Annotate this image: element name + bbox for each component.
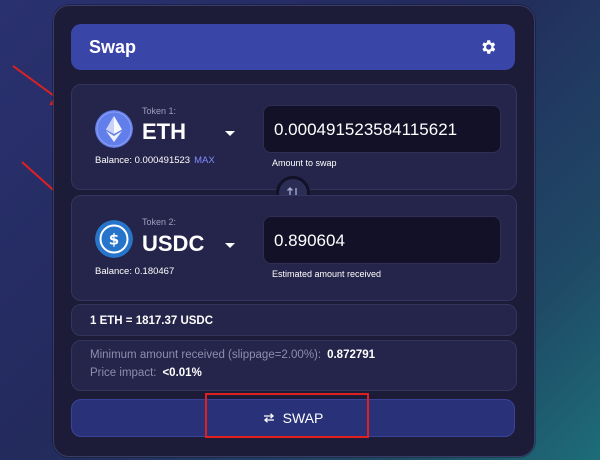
chevron-down-icon[interactable] <box>224 130 236 138</box>
swap-card: Swap Token 1: ETH Balance: 0.000491523 MA… <box>53 5 535 457</box>
usdc-icon: $ <box>95 220 133 258</box>
from-token-symbol[interactable]: ETH <box>142 119 186 145</box>
chevron-down-icon[interactable] <box>224 242 236 250</box>
eth-icon <box>95 110 133 148</box>
to-amount-caption: Estimated amount received <box>272 269 382 279</box>
from-amount-caption: Amount to swap <box>272 158 337 168</box>
to-token-symbol[interactable]: USDC <box>142 231 204 257</box>
to-amount-input[interactable]: 0.890604 <box>263 216 501 264</box>
exchange-rate: 1 ETH = 1817.37 USDC <box>90 315 214 327</box>
to-token-panel: $ Token 2: USDC Balance: 0.180467 0.8906… <box>71 195 517 301</box>
annotation-highlight-box <box>205 393 369 438</box>
card-header: Swap <box>71 24 515 70</box>
min-received-value: 0.872791 <box>327 349 376 361</box>
from-token-panel: Token 1: ETH Balance: 0.000491523 MAX 0.0… <box>71 84 517 190</box>
to-balance: Balance: 0.180467 <box>95 266 175 277</box>
gear-icon[interactable] <box>479 38 497 56</box>
page-title: Swap <box>89 37 137 57</box>
from-balance-value: Balance: 0.000491523 <box>95 155 191 166</box>
price-impact-row: Price impact: <0.01% <box>90 367 202 379</box>
min-received-label: Minimum amount received (slippage=2.00%)… <box>90 349 322 361</box>
svg-text:$: $ <box>109 231 119 249</box>
max-button[interactable]: MAX <box>194 155 215 166</box>
from-balance: Balance: 0.000491523 MAX <box>95 155 215 166</box>
price-impact-value: <0.01% <box>162 367 202 379</box>
rate-panel: 1 ETH = 1817.37 USDC <box>71 304 517 336</box>
to-token-caption: Token 2: <box>142 217 177 227</box>
info-panel: Minimum amount received (slippage=2.00%)… <box>71 340 517 391</box>
from-amount-input[interactable]: 0.000491523584115621 <box>263 105 501 153</box>
from-token-caption: Token 1: <box>142 106 177 116</box>
min-received-row: Minimum amount received (slippage=2.00%)… <box>90 349 375 361</box>
price-impact-label: Price impact: <box>90 367 157 379</box>
